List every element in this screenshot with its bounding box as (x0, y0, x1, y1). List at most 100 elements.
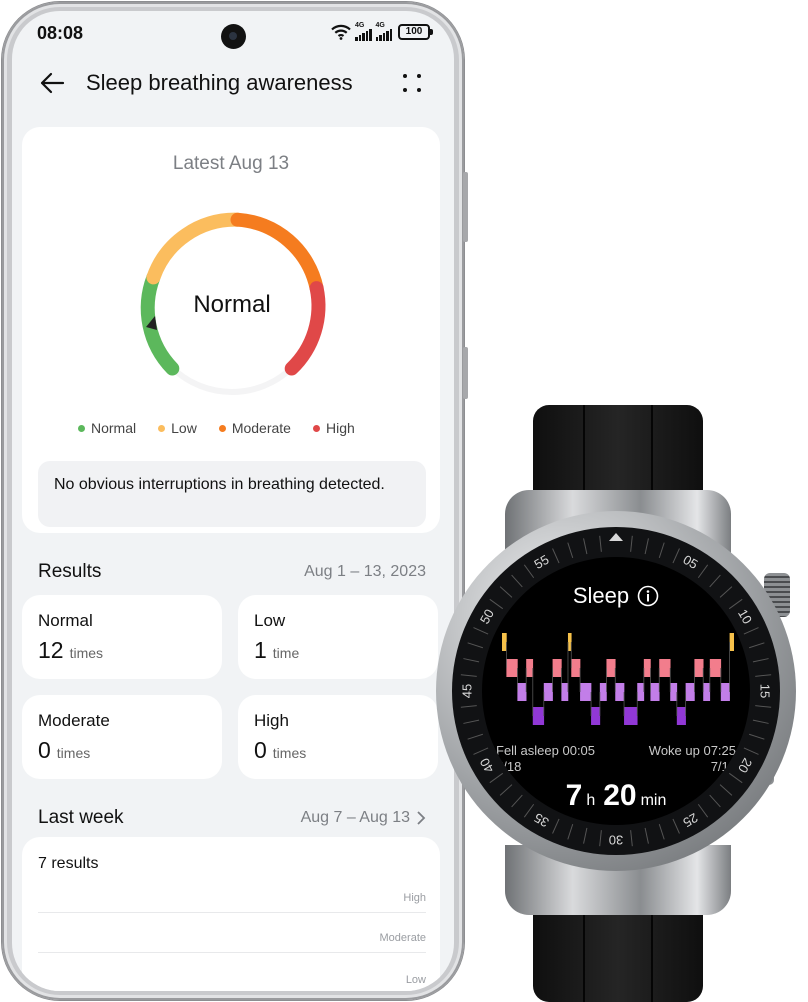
bezel-number: 15 (758, 684, 773, 698)
wifi-icon (331, 24, 351, 40)
minutes-unit: min (640, 792, 667, 809)
sleep-segment-rem (526, 659, 534, 677)
phone: 08:08 4G 4G 100 Sleep breathing awarenes… (2, 2, 468, 1000)
bezel-tick (463, 719, 480, 724)
bezel-tick (630, 830, 633, 847)
bezel-tick (552, 548, 560, 564)
bezel-number: 55 (531, 552, 551, 572)
sleep-segment-awake (729, 633, 734, 651)
woke-up-date: 7/18 (710, 759, 736, 774)
bezel-tick (748, 733, 765, 740)
legend-dot (218, 424, 226, 432)
bezel-tick (460, 705, 477, 708)
signal-icon-sim1: 4G (355, 22, 372, 41)
legend-item-moderate: Moderate (218, 420, 291, 436)
sleep-segment-rem (709, 659, 722, 677)
sleep-segment-rem (643, 659, 651, 677)
bezel-tick (743, 627, 759, 635)
signal-label: 4G (355, 22, 365, 29)
legend-dot (78, 424, 85, 432)
bezel-tick (752, 719, 769, 724)
sleep-segment-rem (694, 659, 704, 677)
sleep-segment-awake (502, 633, 507, 651)
power-button (463, 347, 468, 399)
stat-label: Low (254, 611, 286, 630)
grid-line (38, 912, 426, 913)
stat-card-high[interactable]: High 0 times (238, 695, 438, 779)
bezel-number: 45 (459, 684, 474, 698)
stat-label: Moderate (38, 711, 110, 730)
bezel-tick (583, 827, 588, 844)
smartwatch: 05 10 15 20 25 30 35 40 45 50 55 Sleep Fell asleep… (430, 405, 808, 1002)
sleep-segment-light (517, 683, 527, 701)
sleep-segment-rem (506, 659, 518, 677)
sleep-segment-light (543, 683, 553, 701)
bezel-tick (658, 542, 665, 559)
stat-unit: time (272, 645, 300, 661)
sleep-segment-rem (571, 659, 581, 677)
stat-label: High (254, 711, 289, 730)
bezel-number: 50 (477, 606, 497, 626)
gauge-segment-high (284, 281, 326, 376)
bezel-tick (755, 705, 772, 708)
bezel-number: 20 (735, 756, 755, 776)
breathing-gauge: Normal (140, 212, 326, 395)
last-week-date-range: Aug 7 – Aug 13 (300, 809, 410, 826)
results-header: Results Aug 1 – 13, 2023 (38, 561, 426, 583)
sleep-total: 7 h 20 min (482, 779, 750, 813)
chevron-right-icon[interactable] (416, 811, 426, 825)
bezel-tick (599, 830, 602, 847)
gauge-legend: Normal Low Moderate High (78, 420, 355, 436)
phone-screen: 08:08 4G 4G 100 Sleep breathing awarenes… (12, 11, 454, 991)
signal-icon-sim2: 4G (375, 22, 392, 41)
sleep-segment-light (580, 683, 592, 701)
stat-value: 1 (254, 637, 267, 663)
bezel-number: 25 (681, 810, 701, 830)
page-title: Sleep breathing awareness (86, 70, 353, 95)
bezel-tick (743, 747, 759, 755)
bezel-number: 35 (531, 810, 551, 830)
legend-label: High (325, 420, 355, 436)
stat-card-normal[interactable]: Normal 12 times (22, 595, 222, 679)
info-icon (637, 585, 659, 607)
last-week-card: 7 results High Moderate Low (22, 837, 440, 991)
watch-title-row: Sleep (482, 583, 750, 609)
last-week-date: Aug 7 – Aug 13 (301, 809, 426, 827)
more-options-icon[interactable] (400, 71, 424, 95)
app-bar: Sleep breathing awareness (12, 61, 454, 105)
level-label-moderate: Moderate (379, 932, 426, 944)
gauge-segment-low (146, 212, 245, 285)
bezel-tick (752, 658, 769, 663)
sleep-segment-light (720, 683, 730, 701)
bezel-tick (748, 642, 765, 649)
legend-dot (312, 424, 320, 432)
bezel-triangle-icon (609, 533, 623, 541)
sleep-segment-deep (624, 707, 638, 725)
last-week-header[interactable]: Last week Aug 7 – Aug 13 (38, 807, 426, 829)
legend-label: Normal (91, 420, 137, 436)
status-time: 08:08 (37, 23, 84, 43)
results-date-range: Aug 1 – 13, 2023 (304, 563, 426, 580)
stat-unit: times (272, 745, 307, 761)
stat-unit: times (69, 645, 104, 661)
sleep-segment-light (599, 683, 607, 701)
stat-value: 0 (38, 737, 51, 763)
bezel-tick (755, 674, 772, 677)
bezel-tick (658, 823, 665, 840)
status-icons: 4G 4G 100 (331, 22, 433, 41)
sleep-segment-light (650, 683, 660, 701)
bezel-tick (473, 747, 489, 755)
back-arrow-icon[interactable] (38, 69, 66, 97)
sleep-dates-row: 7/18 7/18 (496, 759, 736, 774)
sleep-segment-rem (552, 659, 562, 677)
status-bar: 08:08 4G 4G 100 (12, 11, 454, 53)
total-hours: 7 (565, 779, 583, 812)
bezel-tick (567, 542, 574, 559)
stat-card-low[interactable]: Low 1 time (238, 595, 438, 679)
bezel-tick (552, 818, 560, 834)
bezel-number: 40 (477, 756, 497, 776)
signal-label: 4G (375, 22, 385, 29)
stat-card-moderate[interactable]: Moderate 0 times (22, 695, 222, 779)
results-title: Results (38, 561, 102, 582)
hours-unit: h (586, 792, 596, 809)
